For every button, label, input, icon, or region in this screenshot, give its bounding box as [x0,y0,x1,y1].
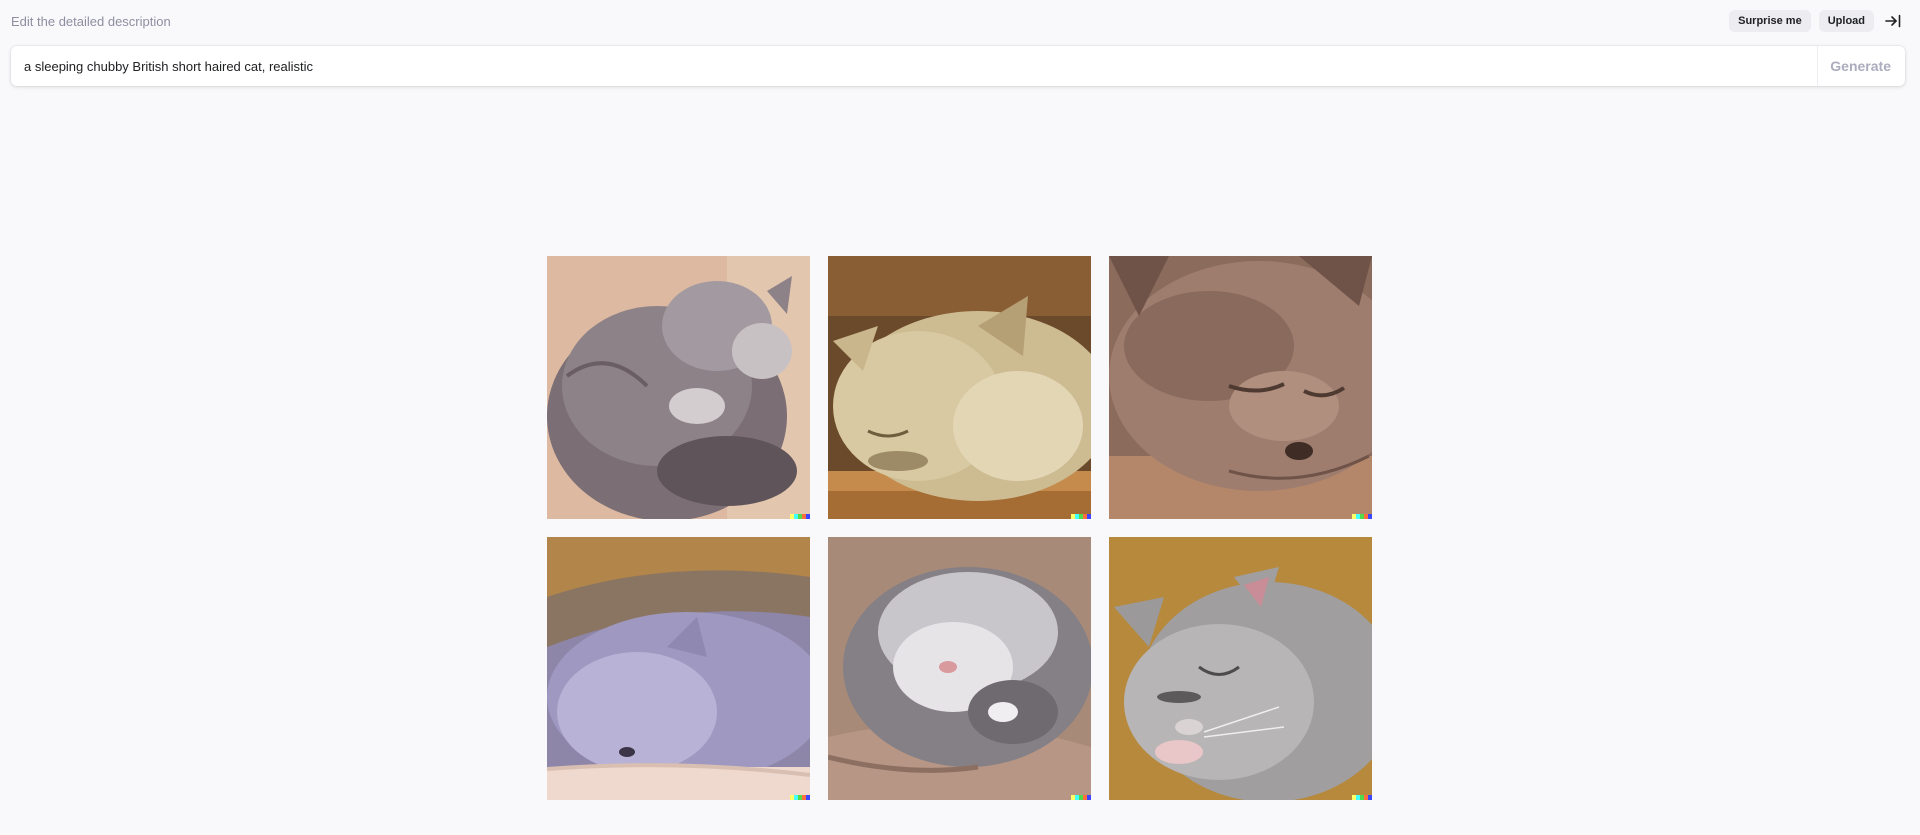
edit-description-hint: Edit the detailed description [11,14,171,29]
arrow-right-to-bar-icon[interactable] [1882,10,1904,32]
cat-image [828,256,1091,519]
cat-image [1109,537,1372,800]
result-image-6[interactable] [1109,537,1372,800]
dalle-signature [1071,514,1091,519]
result-image-3[interactable] [1109,256,1372,519]
generate-button[interactable]: Generate [1818,46,1905,86]
result-image-5[interactable] [828,537,1091,800]
dalle-signature [1352,795,1372,800]
surprise-me-button[interactable]: Surprise me [1729,10,1811,32]
result-image-4[interactable] [547,537,810,800]
top-actions: Surprise me Upload [1729,10,1904,32]
top-bar: Edit the detailed description Surprise m… [0,0,1920,44]
results-grid [547,256,1373,800]
upload-button[interactable]: Upload [1818,10,1874,32]
result-image-2[interactable] [828,256,1091,519]
prompt-bar: Generate [11,46,1905,86]
cat-image [828,537,1091,800]
cat-image [547,256,810,519]
prompt-input[interactable] [11,46,1818,86]
result-image-1[interactable] [547,256,810,519]
dalle-signature [790,514,810,519]
dalle-signature [1352,514,1372,519]
cat-image [547,537,810,800]
cat-image [1109,256,1372,519]
dalle-signature [1071,795,1091,800]
dalle-signature [790,795,810,800]
